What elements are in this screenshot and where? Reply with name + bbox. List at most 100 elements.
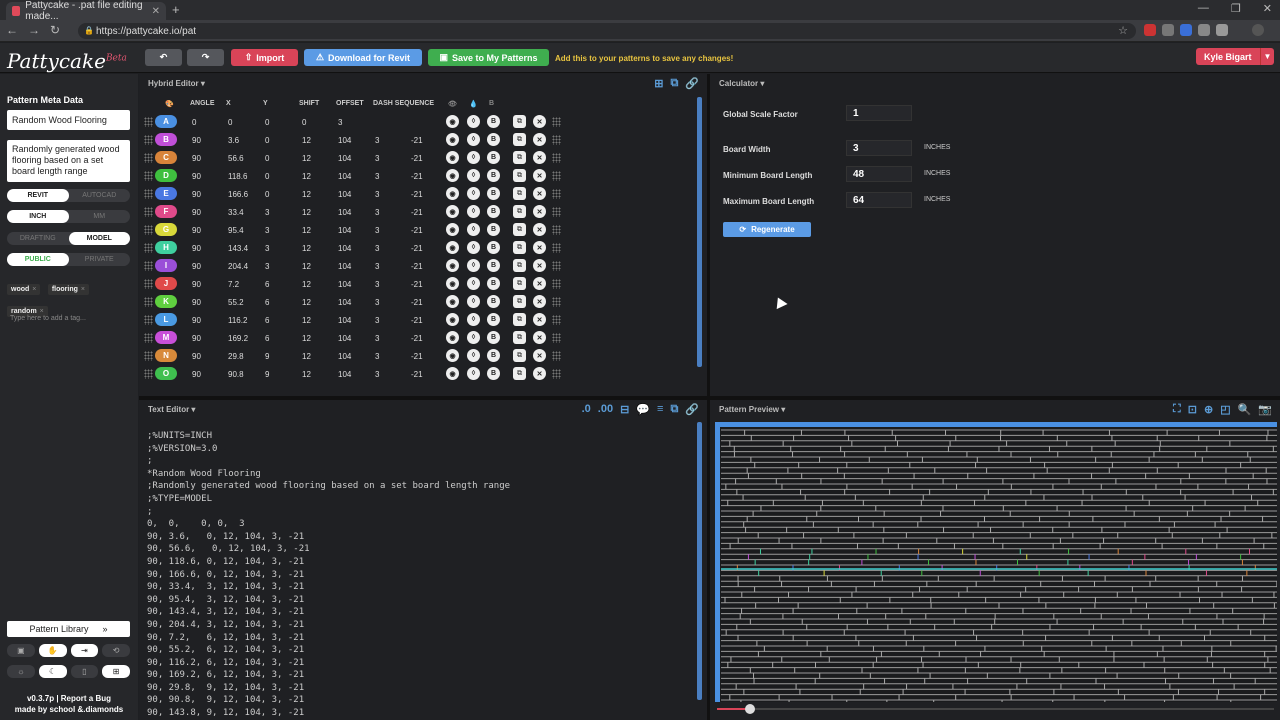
cell-x[interactable]: 143.4 bbox=[228, 244, 248, 253]
forward-icon[interactable]: → bbox=[28, 23, 40, 37]
cell-d1[interactable]: 3 bbox=[375, 352, 379, 361]
user-menu-button[interactable]: Kyle Bigart ▼ bbox=[1196, 48, 1274, 65]
cell-y[interactable]: 9 bbox=[265, 352, 269, 361]
drop-icon[interactable]: ◊ bbox=[467, 259, 480, 272]
cell-d2[interactable]: -21 bbox=[411, 172, 423, 181]
bookmark-star-icon[interactable]: ☆ bbox=[1118, 24, 1128, 37]
back-icon[interactable]: ← bbox=[6, 23, 18, 37]
row-color-badge[interactable]: E bbox=[155, 187, 177, 200]
drop-icon[interactable]: ◊ bbox=[467, 277, 480, 290]
drop-icon[interactable]: ◊ bbox=[467, 151, 480, 164]
cell-shift[interactable]: 12 bbox=[302, 316, 311, 325]
cell-offset[interactable]: 104 bbox=[338, 262, 351, 271]
visibility-toggle[interactable]: PUBLIC PRIVATE bbox=[7, 253, 130, 266]
decrease-decimal-icon[interactable]: .0 bbox=[582, 403, 591, 416]
row-color-badge[interactable]: F bbox=[155, 205, 177, 218]
bold-icon[interactable]: B bbox=[487, 367, 500, 380]
eye-icon[interactable]: ◉ bbox=[446, 295, 459, 308]
increase-decimal-icon[interactable]: .00 bbox=[598, 403, 613, 416]
minimize-icon[interactable]: — bbox=[1198, 2, 1209, 15]
cell-y[interactable]: 0 bbox=[265, 154, 269, 163]
grip-icon[interactable] bbox=[552, 117, 561, 127]
cell-d2[interactable]: -21 bbox=[411, 316, 423, 325]
cell-d1[interactable]: 3 bbox=[375, 226, 379, 235]
duplicate-icon[interactable]: ⧉ bbox=[513, 277, 526, 290]
cell-y[interactable]: 3 bbox=[265, 226, 269, 235]
sun-icon[interactable]: ☼ bbox=[7, 665, 35, 678]
toggle-mm[interactable]: MM bbox=[69, 210, 131, 223]
cell-angle[interactable]: 90 bbox=[192, 280, 201, 289]
cell-angle[interactable]: 90 bbox=[192, 172, 201, 181]
extension-icon[interactable] bbox=[1162, 24, 1174, 36]
bold-icon[interactable]: B bbox=[487, 277, 500, 290]
eye-icon[interactable]: ◉ bbox=[446, 187, 459, 200]
copy-icon[interactable]: ⧉ bbox=[670, 77, 678, 90]
cell-shift[interactable]: 12 bbox=[302, 370, 311, 379]
remove-tag-icon[interactable]: × bbox=[32, 286, 36, 293]
eye-icon[interactable]: ◉ bbox=[446, 115, 459, 128]
duplicate-icon[interactable]: ⧉ bbox=[513, 133, 526, 146]
delete-icon[interactable]: ✕ bbox=[533, 331, 546, 344]
delete-icon[interactable]: ✕ bbox=[533, 169, 546, 182]
cell-offset[interactable]: 104 bbox=[338, 154, 351, 163]
cell-shift[interactable]: 12 bbox=[302, 334, 311, 343]
add-row-icon[interactable]: ⊞ bbox=[654, 77, 663, 90]
copy-icon[interactable]: ⧉ bbox=[670, 403, 678, 416]
toggle-public[interactable]: PUBLIC bbox=[7, 253, 69, 266]
bold-icon[interactable]: B bbox=[487, 331, 500, 344]
grip-icon[interactable] bbox=[552, 207, 561, 217]
cell-y[interactable]: 3 bbox=[265, 244, 269, 253]
regenerate-button[interactable]: ⟳ Regenerate bbox=[723, 222, 811, 237]
cell-x[interactable]: 55.2 bbox=[228, 298, 244, 307]
drop-icon[interactable]: ◊ bbox=[467, 205, 480, 218]
row-color-badge[interactable]: L bbox=[155, 313, 177, 326]
cell-x[interactable]: 33.4 bbox=[228, 208, 244, 217]
row-color-badge[interactable]: D bbox=[155, 169, 177, 182]
bold-icon[interactable]: B bbox=[487, 133, 500, 146]
delete-icon[interactable]: ✕ bbox=[533, 241, 546, 254]
cell-d1[interactable]: 3 bbox=[375, 298, 379, 307]
cell-shift[interactable]: 12 bbox=[302, 172, 311, 181]
cell-shift[interactable]: 0 bbox=[302, 118, 306, 127]
cell-shift[interactable]: 12 bbox=[302, 352, 311, 361]
bold-icon[interactable]: B bbox=[487, 205, 500, 218]
close-window-icon[interactable]: ✕ bbox=[1263, 2, 1272, 15]
drag-handle-icon[interactable] bbox=[144, 189, 153, 199]
grid-scrollbar[interactable] bbox=[697, 97, 702, 367]
code-editor[interactable]: ;%UNITS=INCH ;%VERSION=3.0 ; *Random Woo… bbox=[147, 430, 692, 720]
row-color-badge[interactable]: G bbox=[155, 223, 177, 236]
min-length-input[interactable]: 48 bbox=[846, 166, 912, 182]
delete-icon[interactable]: ✕ bbox=[533, 151, 546, 164]
drag-handle-icon[interactable] bbox=[144, 369, 153, 379]
reload-icon[interactable]: ↻ bbox=[50, 23, 60, 37]
duplicate-icon[interactable]: ⧉ bbox=[513, 223, 526, 236]
drag-handle-icon[interactable] bbox=[144, 153, 153, 163]
toggle-revit[interactable]: REVIT bbox=[7, 189, 69, 202]
camera-icon[interactable]: 📷 bbox=[1258, 403, 1272, 416]
delete-icon[interactable]: ✕ bbox=[533, 313, 546, 326]
pattern-preview-canvas[interactable] bbox=[715, 422, 1277, 702]
single-layout-icon[interactable]: ▯ bbox=[70, 665, 99, 678]
cell-y[interactable]: 6 bbox=[265, 334, 269, 343]
cell-d1[interactable]: 3 bbox=[375, 280, 379, 289]
pattern-library-button[interactable]: Pattern Library» bbox=[7, 621, 130, 637]
cell-offset[interactable]: 104 bbox=[338, 334, 351, 343]
url-input[interactable]: 🔒 https://pattycake.io/pat ☆ bbox=[78, 23, 1136, 39]
scale-factor-input[interactable]: 1 bbox=[846, 105, 912, 121]
code-scrollbar[interactable] bbox=[697, 422, 702, 700]
cell-y[interactable]: 6 bbox=[265, 298, 269, 307]
drag-handle-icon[interactable] bbox=[144, 117, 153, 127]
row-color-badge[interactable]: O bbox=[155, 367, 177, 380]
chevron-down-icon[interactable]: ▾ bbox=[760, 79, 764, 88]
toggle-model[interactable]: MODEL bbox=[68, 232, 130, 245]
cell-x[interactable]: 3.6 bbox=[228, 136, 239, 145]
cell-d2[interactable]: -21 bbox=[411, 298, 423, 307]
cell-x[interactable]: 0 bbox=[228, 118, 232, 127]
duplicate-icon[interactable]: ⧉ bbox=[513, 187, 526, 200]
cell-d2[interactable]: -21 bbox=[411, 334, 423, 343]
cell-d2[interactable]: -21 bbox=[411, 244, 423, 253]
fit-icon[interactable]: ⊡ bbox=[1188, 403, 1197, 416]
cell-shift[interactable]: 12 bbox=[302, 280, 311, 289]
cell-d2[interactable]: -21 bbox=[411, 226, 423, 235]
grip-icon[interactable] bbox=[552, 171, 561, 181]
